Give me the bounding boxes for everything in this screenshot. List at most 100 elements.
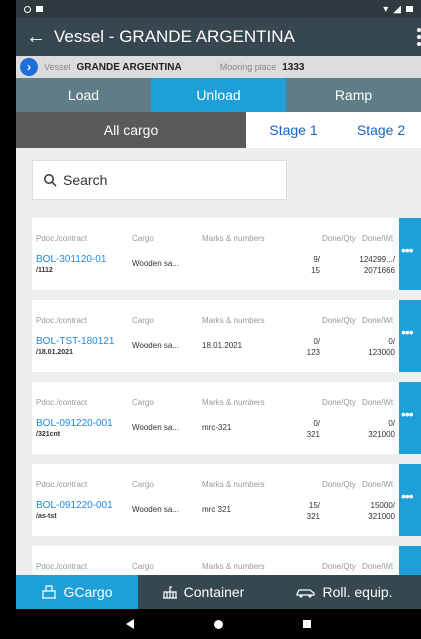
more-options-icon[interactable]: ••• — [399, 300, 421, 372]
search-icon — [44, 174, 57, 187]
col-marks-header: Marks & numbers — [202, 316, 265, 325]
nav-roll-equip-label: Roll. equip. — [322, 584, 393, 600]
doc-subreference: /as-tst — [36, 513, 57, 520]
app-screen: ▾ ◢ ← Vessel - GRANDE ARGENTINA › Vessel … — [16, 0, 421, 639]
more-options-icon[interactable]: ••• — [399, 382, 421, 454]
back-nav-icon[interactable] — [126, 619, 134, 629]
tab-unload[interactable]: Unload — [151, 78, 286, 112]
col-qty-header: Done/Qty — [322, 234, 356, 243]
marks-value: mrc-321 — [202, 423, 232, 432]
nav-gcargo[interactable]: GCargo — [16, 575, 138, 609]
cargo-value: Wooden sa... — [132, 423, 179, 432]
qty-total: 321 — [306, 430, 320, 439]
mooring-value: 1333 — [282, 61, 305, 73]
wt-total: 2071666 — [363, 266, 395, 275]
container-icon — [162, 586, 177, 599]
overflow-menu-icon[interactable] — [417, 28, 421, 46]
col-wt-header: Done/Wt — [362, 562, 394, 571]
doc-reference-link[interactable]: BOL-091220-001 — [36, 500, 113, 511]
chevron-right-icon[interactable]: › — [20, 58, 38, 76]
signal-icon: ◢ — [393, 3, 401, 15]
col-doc-header: Pdoc./contract — [36, 316, 88, 325]
qty-total: 321 — [306, 512, 320, 521]
home-nav-icon[interactable] — [214, 619, 223, 629]
doc-subreference: /18.01.2021 — [36, 349, 73, 356]
col-doc-header: Pdoc./contract — [36, 398, 88, 407]
marks-value: mrc 321 — [202, 505, 231, 514]
page-title: Vessel - GRANDE ARGENTINA — [54, 27, 295, 46]
cargo-value: Wooden sa... — [132, 341, 179, 350]
main-tabs: Load Unload Ramp — [16, 78, 421, 112]
wt-done: 0/ — [388, 337, 395, 346]
vessel-value: GRANDE ARGENTINA — [76, 61, 182, 73]
col-doc-header: Pdoc./contract — [36, 562, 88, 571]
col-marks-header: Marks & numbers — [202, 398, 265, 407]
search-input[interactable]: Search — [32, 160, 287, 200]
nav-roll-equip[interactable]: Roll. equip. — [268, 575, 421, 609]
nav-container-label: Container — [183, 584, 245, 600]
list-item[interactable]: Pdoc./contract Cargo Marks & numbers Don… — [32, 300, 421, 372]
col-cargo-header: Cargo — [132, 480, 154, 489]
col-doc-header: Pdoc./contract — [36, 480, 88, 489]
qty-done: 9/ — [313, 255, 320, 264]
col-marks-header: Marks & numbers — [202, 562, 265, 571]
col-marks-header: Marks & numbers — [202, 234, 265, 243]
marks-value: 18.01.2021 — [202, 341, 243, 350]
doc-reference-link[interactable]: BOL-091220-001 — [36, 418, 113, 429]
doc-subreference: /1112 — [36, 267, 53, 274]
more-options-icon[interactable]: ••• — [399, 464, 421, 536]
search-placeholder: Search — [63, 172, 108, 188]
col-wt-header: Done/Wt — [362, 316, 394, 325]
col-qty-header: Done/Qty — [322, 398, 356, 407]
col-qty-header: Done/Qty — [322, 316, 356, 325]
cargo-value: Wooden sa... — [132, 505, 179, 514]
recents-nav-icon[interactable] — [303, 620, 311, 628]
wt-total: 123000 — [368, 348, 395, 357]
doc-reference-link[interactable]: BOL-301120-01 — [36, 254, 106, 265]
doc-reference-link[interactable]: BOL-TST-180121 — [36, 336, 114, 347]
col-marks-header: Marks & numbers — [202, 480, 265, 489]
wt-done: 0/ — [388, 419, 395, 428]
tab-stage-2[interactable]: Stage 2 — [341, 112, 421, 148]
tab-load[interactable]: Load — [16, 78, 151, 112]
system-navigation-bar — [16, 609, 421, 639]
col-wt-header: Done/Wt — [362, 480, 394, 489]
wt-total: 321000 — [368, 430, 395, 439]
list-item[interactable]: Pdoc./contract Cargo Marks & numbers Don… — [32, 382, 421, 454]
col-wt-header: Done/Wt — [362, 398, 394, 407]
more-options-icon[interactable]: ••• — [399, 218, 421, 290]
search-area: Search — [16, 148, 421, 210]
qty-done: 0/ — [313, 337, 320, 346]
cargo-value: Wooden sa... — [132, 259, 179, 268]
tab-ramp[interactable]: Ramp — [286, 78, 421, 112]
wt-total: 321000 — [368, 512, 395, 521]
vessel-info-row: › Vessel GRANDE ARGENTINA Mooring place … — [16, 56, 421, 78]
crane-icon — [42, 585, 57, 599]
qty-total: 15 — [311, 266, 320, 275]
qty-done: 15/ — [308, 501, 320, 510]
list-item[interactable]: Pdoc./contract Cargo Marks & numbers Don… — [32, 464, 421, 536]
bottom-navigation: GCargo Container Roll. equip. — [16, 575, 421, 609]
col-qty-header: Done/Qty — [322, 562, 356, 571]
col-cargo-header: Cargo — [132, 234, 154, 243]
status-bar: ▾ ◢ — [16, 0, 421, 18]
qty-total: 123 — [306, 348, 320, 357]
wifi-icon: ▾ — [383, 3, 389, 15]
wt-done: 15000/ — [370, 501, 395, 510]
nav-container[interactable]: Container — [138, 575, 268, 609]
status-notification-icon — [36, 6, 43, 12]
back-arrow-icon[interactable]: ← — [26, 26, 54, 49]
doc-subreference: /321cnt — [36, 431, 61, 438]
col-cargo-header: Cargo — [132, 562, 154, 571]
car-icon — [296, 589, 316, 598]
vessel-label: Vessel — [44, 62, 71, 72]
list-item[interactable]: Pdoc./contract Cargo Marks & numbers Don… — [32, 218, 421, 290]
col-cargo-header: Cargo — [132, 398, 154, 407]
tab-all-cargo[interactable]: All cargo — [16, 112, 246, 148]
wt-done: 124299.../ — [359, 255, 395, 264]
col-wt-header: Done/Wt — [362, 234, 394, 243]
tab-stage-1[interactable]: Stage 1 — [246, 112, 341, 148]
battery-icon — [406, 6, 413, 12]
col-cargo-header: Cargo — [132, 316, 154, 325]
app-bar: ← Vessel - GRANDE ARGENTINA — [16, 18, 421, 56]
